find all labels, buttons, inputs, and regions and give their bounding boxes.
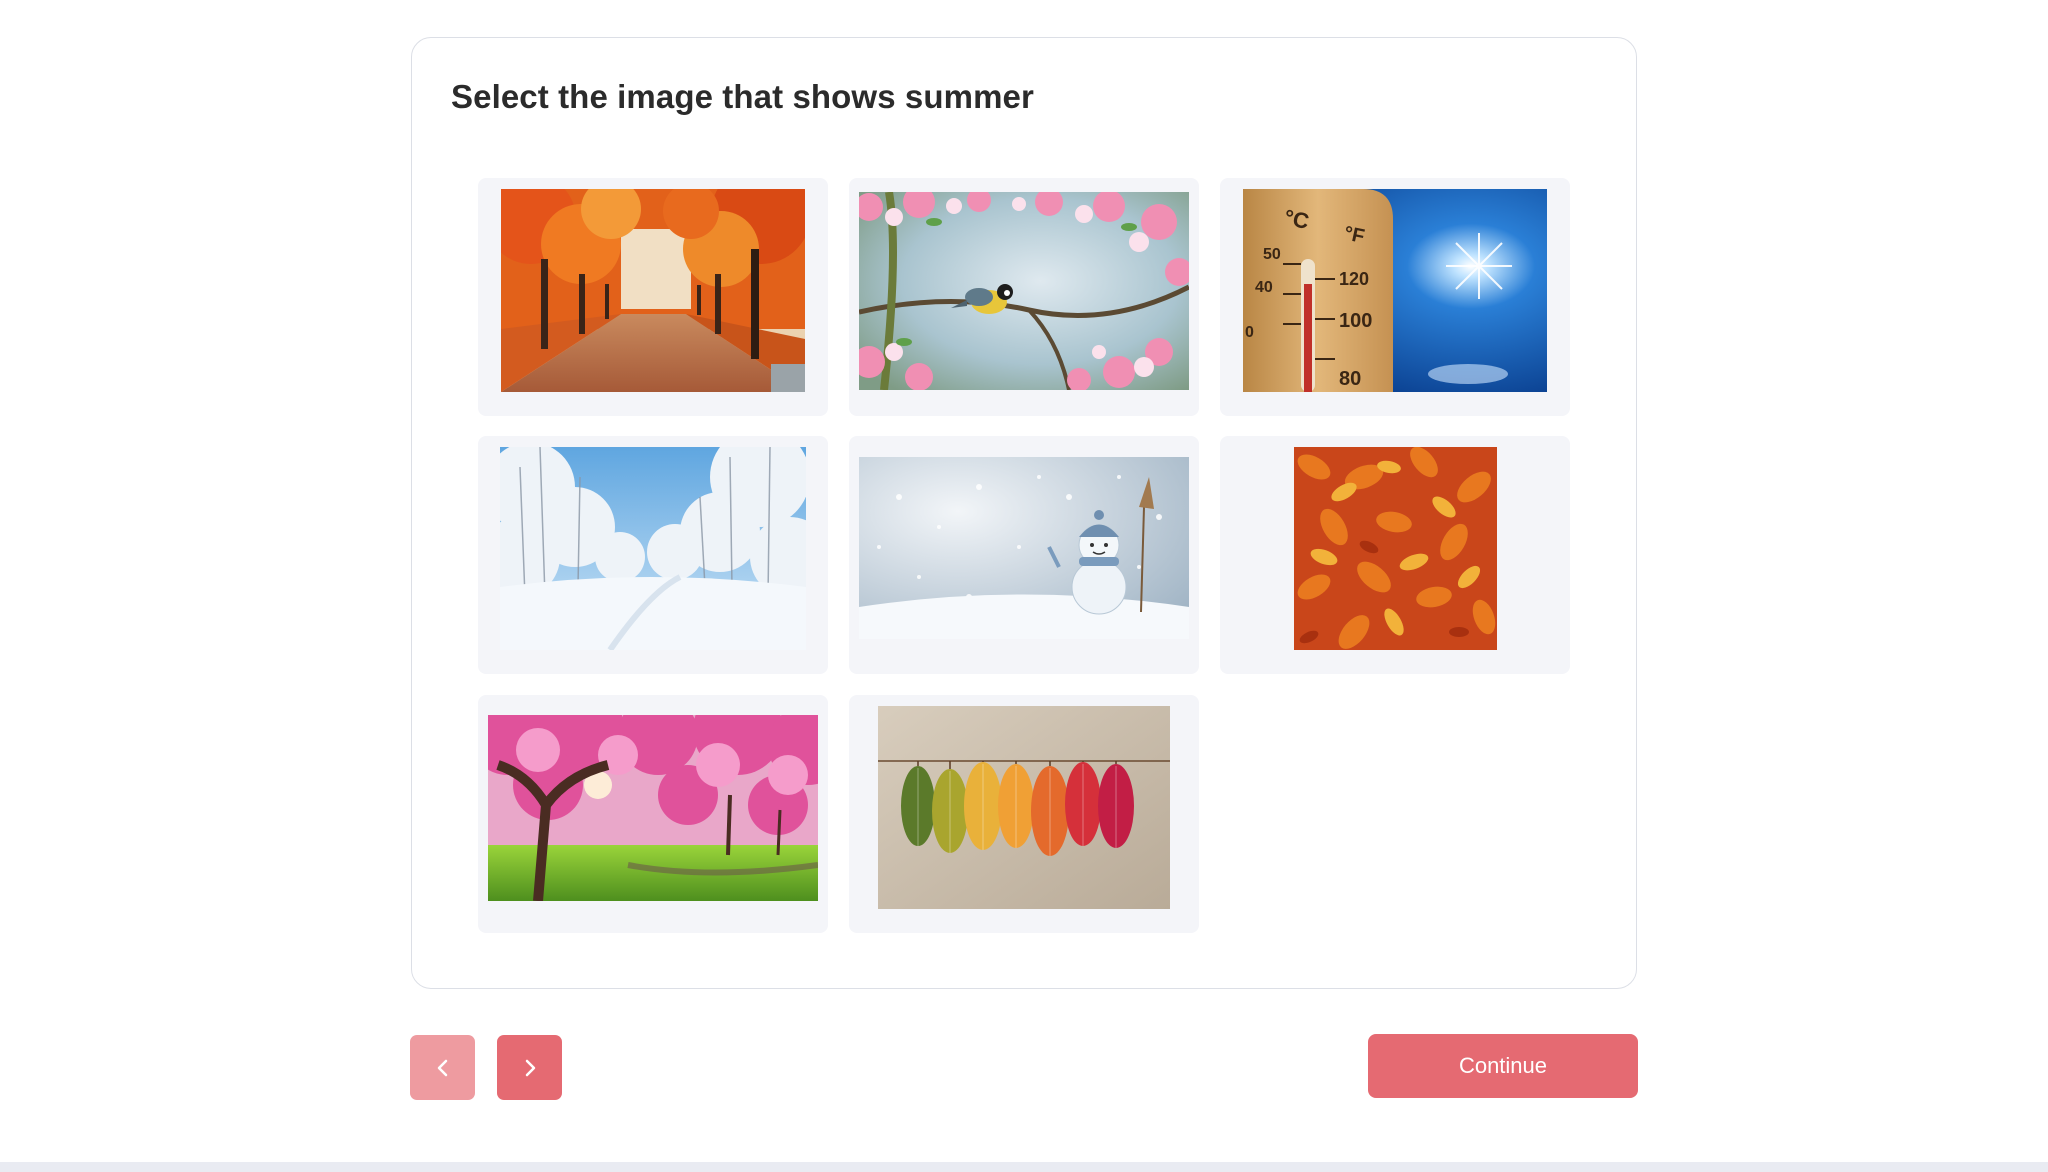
autumn-leaves-image bbox=[1294, 447, 1497, 650]
image-option-snowy-forest[interactable] bbox=[478, 436, 828, 674]
thermometer-sun-image: °C °F 50 40 120 100 80 0 bbox=[1243, 189, 1547, 392]
image-option-cherry-blossom[interactable] bbox=[478, 695, 828, 933]
scale-80: 80 bbox=[1339, 368, 1361, 390]
chevron-left-icon bbox=[437, 1059, 447, 1076]
image-option-leaves-string[interactable] bbox=[849, 695, 1199, 933]
leaves-on-string-image bbox=[878, 706, 1170, 909]
footer-strip bbox=[0, 1162, 2048, 1172]
scale-120: 120 bbox=[1339, 269, 1369, 289]
image-option-autumn-avenue[interactable] bbox=[478, 178, 828, 416]
question-card: Select the image that shows summer °C °F… bbox=[411, 37, 1637, 989]
chevron-right-icon bbox=[525, 1059, 535, 1076]
next-button[interactable] bbox=[497, 1035, 562, 1100]
previous-button[interactable] bbox=[410, 1035, 475, 1100]
image-option-thermometer[interactable]: °C °F 50 40 120 100 80 0 bbox=[1220, 178, 1570, 416]
question-title: Select the image that shows summer bbox=[451, 78, 1034, 115]
image-option-bird-blossom[interactable] bbox=[849, 178, 1199, 416]
snowman-image bbox=[859, 457, 1189, 639]
celsius-label: °C bbox=[1282, 204, 1311, 234]
scale-40: 40 bbox=[1255, 279, 1273, 296]
snowy-forest-image bbox=[500, 447, 806, 650]
cherry-blossom-image bbox=[488, 715, 818, 901]
page: Select the image that shows summer °C °F… bbox=[0, 0, 2048, 1172]
scale-0: 0 bbox=[1245, 324, 1254, 341]
bird-blossom-image bbox=[859, 192, 1189, 390]
autumn-avenue-image bbox=[501, 189, 805, 392]
image-option-autumn-leaves[interactable] bbox=[1220, 436, 1570, 674]
scale-100: 100 bbox=[1339, 310, 1372, 332]
continue-button[interactable]: Continue bbox=[1368, 1034, 1638, 1098]
scale-50: 50 bbox=[1263, 246, 1281, 263]
image-option-snowman[interactable] bbox=[849, 436, 1199, 674]
